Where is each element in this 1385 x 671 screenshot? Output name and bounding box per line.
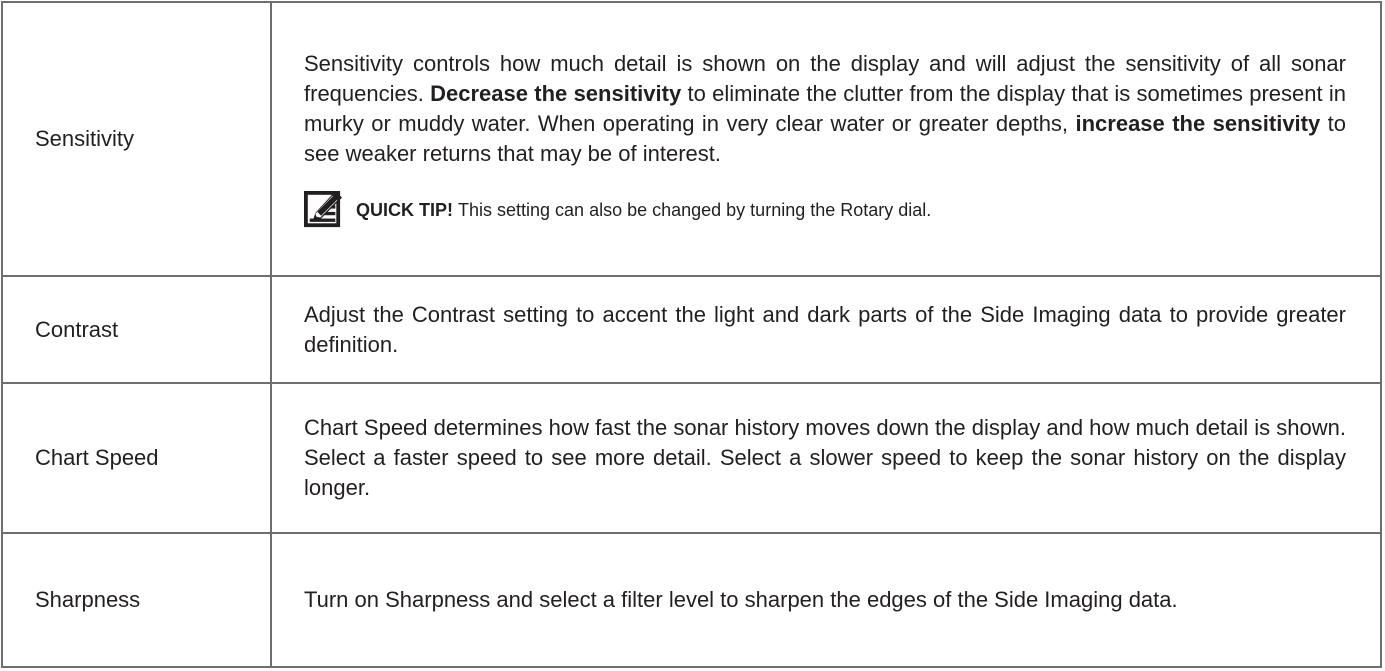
table-row-sharpness: Sharpness Turn on Sharpness and select a… — [1, 532, 1382, 668]
tip-body: This setting can also be changed by turn… — [458, 200, 932, 220]
table-row-contrast: Contrast Adjust the Contrast setting to … — [1, 275, 1382, 384]
settings-table: Sensitivity Sensitivity controls how muc… — [1, 1, 1382, 668]
sensitivity-description-text: Sensitivity controls how much detail is … — [304, 49, 1346, 169]
setting-description-sensitivity: Sensitivity controls how much detail is … — [270, 1, 1382, 277]
setting-description-chart-speed: Chart Speed determines how fast the sona… — [270, 382, 1382, 534]
table-row-sensitivity: Sensitivity Sensitivity controls how muc… — [1, 1, 1382, 277]
setting-name-sharpness: Sharpness — [1, 532, 272, 668]
table-row-chart-speed: Chart Speed Chart Speed determines how f… — [1, 382, 1382, 534]
quick-tip: QUICK TIP! This setting can also be chang… — [304, 191, 1346, 229]
checklist-pencil-icon — [304, 191, 342, 228]
setting-description-sharpness: Turn on Sharpness and select a filter le… — [270, 532, 1382, 668]
emphasis-increase: increase the sensitivity — [1075, 111, 1321, 136]
tip-label: QUICK TIP! — [356, 200, 453, 220]
tip-text: QUICK TIP! This setting can also be chang… — [356, 195, 931, 225]
setting-description-contrast: Adjust the Contrast setting to accent th… — [270, 275, 1382, 384]
emphasis-decrease: Decrease the sensitivity — [430, 81, 682, 106]
setting-name-sensitivity: Sensitivity — [1, 1, 272, 277]
setting-name-contrast: Contrast — [1, 275, 272, 384]
setting-name-chart-speed: Chart Speed — [1, 382, 272, 534]
